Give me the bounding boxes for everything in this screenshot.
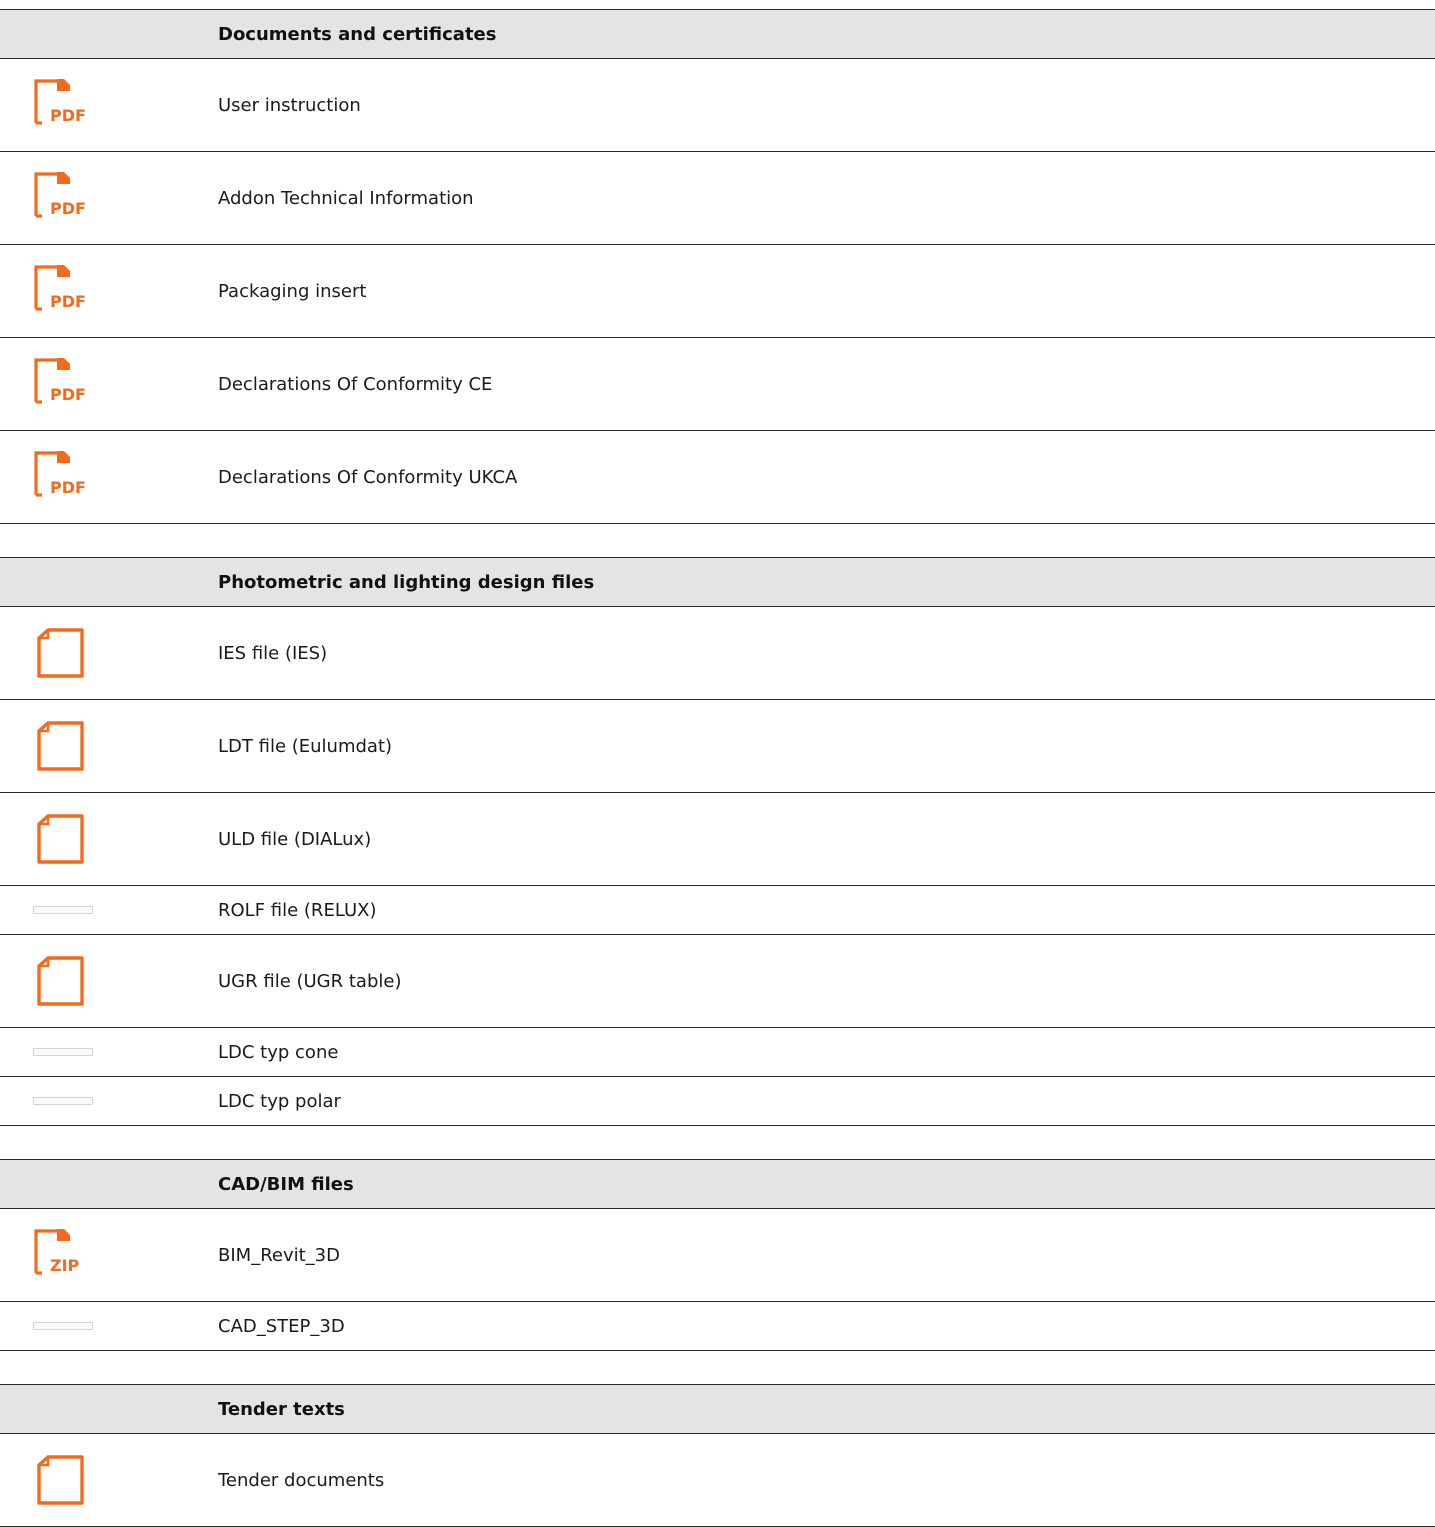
- section-title: CAD/BIM files: [218, 1173, 354, 1195]
- icon-cell: ZIP: [0, 1225, 218, 1285]
- zip-icon-text: ZIP: [50, 1256, 80, 1275]
- download-row[interactable]: IES file (IES): [0, 607, 1435, 700]
- download-row[interactable]: CAD_STEP_3D: [0, 1302, 1435, 1351]
- downloads-list: Documents and certificates PDF User inst…: [0, 0, 1435, 1527]
- download-link[interactable]: UGR file (UGR table): [218, 971, 401, 992]
- pdf-icon-text: PDF: [50, 478, 86, 497]
- icon-cell: [0, 1322, 218, 1330]
- icon-cell: [0, 813, 218, 865]
- download-link[interactable]: Packaging insert: [218, 281, 366, 302]
- download-row[interactable]: ULD file (DIALux): [0, 793, 1435, 886]
- download-link[interactable]: ULD file (DIALux): [218, 829, 371, 850]
- download-row[interactable]: ROLF file (RELUX): [0, 886, 1435, 935]
- download-link[interactable]: CAD_STEP_3D: [218, 1316, 345, 1337]
- icon-cell: [0, 1454, 218, 1506]
- section-header: Tender texts: [0, 1385, 1435, 1434]
- pdf-icon[interactable]: PDF: [33, 75, 93, 135]
- download-row[interactable]: Tender documents: [0, 1434, 1435, 1527]
- icon-cell: [0, 906, 218, 914]
- download-row[interactable]: PDF Declarations Of Conformity UKCA: [0, 431, 1435, 524]
- download-link[interactable]: LDC typ polar: [218, 1091, 341, 1112]
- download-row[interactable]: LDC typ cone: [0, 1028, 1435, 1077]
- pdf-icon[interactable]: PDF: [33, 447, 93, 507]
- icon-cell: PDF: [0, 168, 218, 228]
- pdf-icon-text: PDF: [50, 385, 86, 404]
- pdf-icon-text: PDF: [50, 106, 86, 125]
- download-link[interactable]: LDC typ cone: [218, 1042, 338, 1063]
- download-link[interactable]: User instruction: [218, 95, 361, 116]
- download-link[interactable]: LDT file (Eulumdat): [218, 736, 392, 757]
- empty-icon-placeholder: [33, 1322, 93, 1330]
- file-icon[interactable]: [33, 813, 85, 865]
- pdf-icon-text: PDF: [50, 292, 86, 311]
- empty-icon-placeholder: [33, 1097, 93, 1105]
- pdf-icon[interactable]: PDF: [33, 261, 93, 321]
- download-link[interactable]: ROLF file (RELUX): [218, 900, 376, 921]
- download-section: Photometric and lighting design files IE…: [0, 557, 1435, 1126]
- download-link[interactable]: IES file (IES): [218, 643, 327, 664]
- icon-cell: [0, 720, 218, 772]
- icon-cell: PDF: [0, 261, 218, 321]
- icon-cell: [0, 627, 218, 679]
- download-link[interactable]: BIM_Revit_3D: [218, 1245, 340, 1266]
- section-header: CAD/BIM files: [0, 1160, 1435, 1209]
- empty-icon-placeholder: [33, 1048, 93, 1056]
- download-row[interactable]: PDF User instruction: [0, 59, 1435, 152]
- section-header: Documents and certificates: [0, 10, 1435, 59]
- download-section: Tender texts Tender documents: [0, 1384, 1435, 1527]
- download-row[interactable]: ZIP BIM_Revit_3D: [0, 1209, 1435, 1302]
- icon-cell: PDF: [0, 354, 218, 414]
- download-link[interactable]: Declarations Of Conformity UKCA: [218, 467, 517, 488]
- file-icon[interactable]: [33, 1454, 85, 1506]
- section-title: Documents and certificates: [218, 23, 497, 45]
- icon-cell: [0, 1097, 218, 1105]
- icon-cell: PDF: [0, 447, 218, 507]
- file-icon[interactable]: [33, 955, 85, 1007]
- icon-cell: [0, 1048, 218, 1056]
- pdf-icon[interactable]: PDF: [33, 168, 93, 228]
- download-section: CAD/BIM files ZIP BIM_Revit_3D CAD_STEP_3…: [0, 1159, 1435, 1351]
- download-row[interactable]: PDF Packaging insert: [0, 245, 1435, 338]
- download-row[interactable]: LDT file (Eulumdat): [0, 700, 1435, 793]
- download-row[interactable]: UGR file (UGR table): [0, 935, 1435, 1028]
- download-link[interactable]: Tender documents: [218, 1470, 384, 1491]
- section-header: Photometric and lighting design files: [0, 558, 1435, 607]
- download-row[interactable]: LDC typ polar: [0, 1077, 1435, 1126]
- file-icon[interactable]: [33, 720, 85, 772]
- zip-icon[interactable]: ZIP: [33, 1225, 93, 1285]
- section-title: Photometric and lighting design files: [218, 571, 595, 593]
- download-link[interactable]: Addon Technical Information: [218, 188, 474, 209]
- download-row[interactable]: PDF Addon Technical Information: [0, 152, 1435, 245]
- download-section: Documents and certificates PDF User inst…: [0, 9, 1435, 524]
- section-title: Tender texts: [218, 1398, 345, 1420]
- icon-cell: PDF: [0, 75, 218, 135]
- pdf-icon[interactable]: PDF: [33, 354, 93, 414]
- icon-cell: [0, 955, 218, 1007]
- empty-icon-placeholder: [33, 906, 93, 914]
- pdf-icon-text: PDF: [50, 199, 86, 218]
- download-link[interactable]: Declarations Of Conformity CE: [218, 374, 492, 395]
- download-row[interactable]: PDF Declarations Of Conformity CE: [0, 338, 1435, 431]
- file-icon[interactable]: [33, 627, 85, 679]
